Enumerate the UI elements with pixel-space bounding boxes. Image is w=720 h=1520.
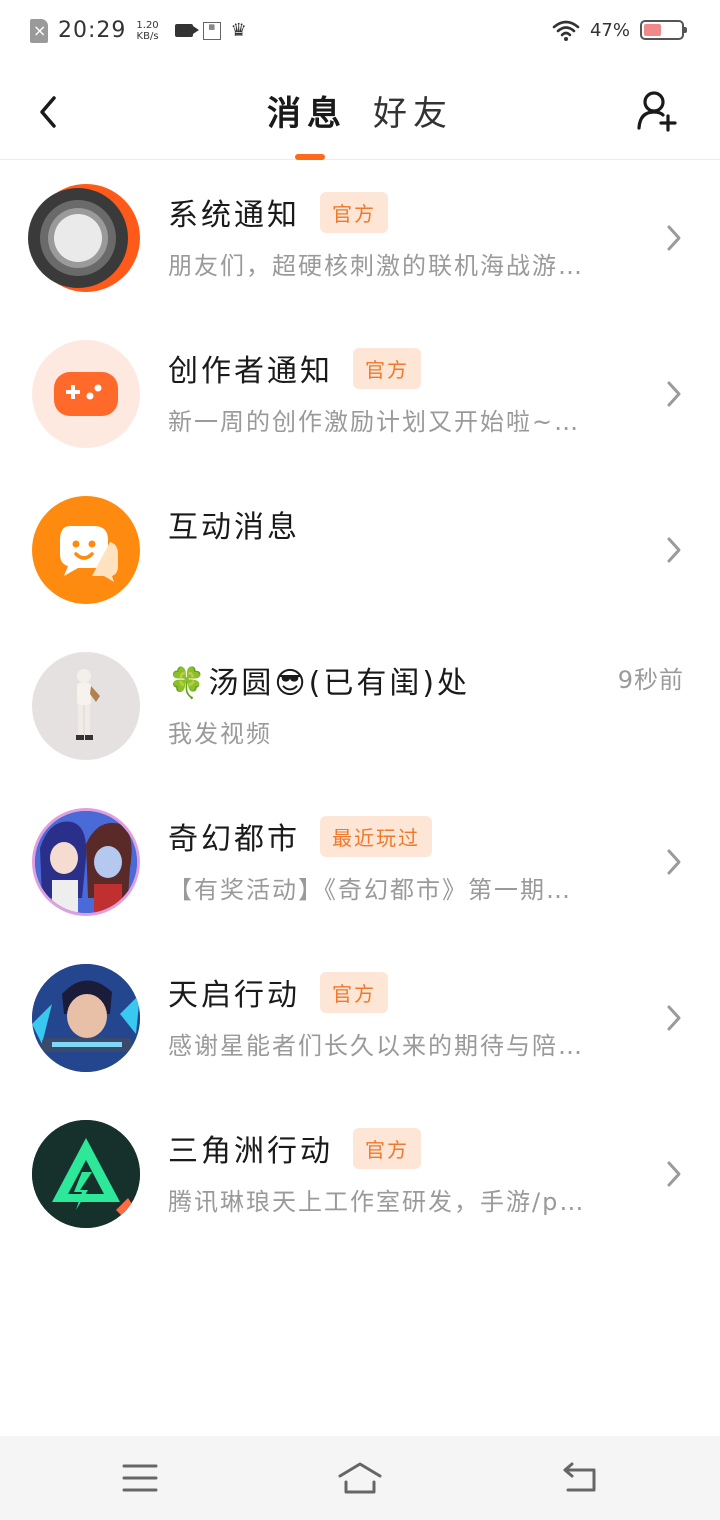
fantasy-city-avatar: [32, 808, 140, 916]
chevron-right-icon: [667, 1161, 681, 1187]
official-badge: 官方: [320, 971, 388, 1013]
network-speed-value: 1.20: [136, 19, 159, 31]
message-row-apocalypse-action[interactable]: 天启行动 官方 感谢星能者们长久以来的期待与陪…: [0, 940, 720, 1096]
message-preview: 【有奖活动】《奇幻都市》第一期…: [168, 876, 572, 904]
message-title: 创作者通知: [168, 354, 333, 389]
battery-icon: [640, 20, 687, 40]
message-preview: 我发视频: [168, 720, 272, 748]
network-speed-unit: KB/s: [136, 30, 159, 42]
message-list: 系统通知 官方 朋友们，超硬核刺激的联机海战游… 创作者通知 官方 新一周的创作…: [0, 160, 720, 1252]
battery-fill: [644, 24, 661, 36]
official-badge: 官方: [353, 1127, 421, 1169]
tab-friends[interactable]: 好友: [373, 86, 453, 135]
tab-messages[interactable]: 消息: [267, 86, 347, 135]
gamepad-avatar: [32, 340, 140, 448]
message-row-user[interactable]: 🍀汤圆😎(已有闺)处 9秒前 我发视频: [0, 628, 720, 784]
message-title: 系统通知: [168, 198, 300, 233]
official-badge: 官方: [353, 347, 421, 389]
message-preview: 感谢星能者们长久以来的期待与陪…: [168, 1032, 584, 1060]
character-figure-icon: [76, 669, 100, 740]
apocalypse-action-avatar: [32, 964, 140, 1072]
battery-percent: 47%: [589, 19, 630, 41]
chat-bubble-avatar: [32, 496, 140, 604]
video-camera-icon: [174, 24, 199, 37]
delta-force-avatar: [32, 1120, 140, 1228]
message-preview: 新一周的创作激励计划又开始啦~…: [168, 408, 581, 436]
network-speed: 1.20 KB/s: [136, 20, 158, 42]
message-row-creator-notification[interactable]: 创作者通知 官方 新一周的创作激励计划又开始啦~…: [0, 316, 720, 472]
status-bar: 20:29 1.20 KB/s ▦ ♛ 47%: [0, 0, 720, 64]
message-title: 奇幻都市: [168, 822, 300, 857]
chat-bubble-icon: [60, 526, 118, 582]
message-title: 三角洲行动: [168, 1134, 333, 1169]
chevron-right-icon: [667, 537, 681, 563]
back-icon[interactable]: [556, 1458, 604, 1498]
chevron-right-icon: [667, 1005, 681, 1031]
header: 消息 好友: [0, 64, 720, 160]
message-title: 🍀汤圆😎(已有闺)处: [168, 666, 471, 701]
gamepad-icon: [54, 372, 118, 416]
menu-icon[interactable]: [116, 1458, 164, 1498]
official-badge: 官方: [320, 191, 388, 233]
tab-bar: 消息 好友: [0, 86, 720, 135]
message-title: 互动消息: [168, 510, 300, 545]
message-row-interactions[interactable]: 互动消息: [0, 472, 720, 628]
message-time: 9秒前: [617, 666, 684, 694]
news-app-icon: ▦: [202, 21, 221, 40]
message-row-system-notification[interactable]: 系统通知 官方 朋友们，超硬核刺激的联机海战游…: [0, 160, 720, 316]
delta-logo-icon: [32, 1120, 140, 1228]
anime-characters-icon: [35, 811, 137, 913]
system-nav-bar: [0, 1436, 720, 1520]
home-icon[interactable]: [336, 1458, 384, 1498]
wifi-icon: [552, 20, 580, 41]
status-time: 20:29: [58, 18, 127, 43]
sim-disabled-icon: [30, 18, 48, 43]
chevron-right-icon: [667, 225, 681, 251]
message-row-fantasy-city[interactable]: 奇幻都市 最近玩过 【有奖活动】《奇幻都市》第一期…: [0, 784, 720, 940]
chevron-right-icon: [667, 381, 681, 407]
recently-played-badge: 最近玩过: [320, 815, 432, 857]
crown-icon: ♛: [230, 20, 247, 41]
add-friend-icon[interactable]: [636, 88, 680, 134]
message-row-delta-force[interactable]: 三角洲行动 官方 腾讯琳琅天上工作室研发，手游/p…: [0, 1096, 720, 1252]
message-title: 天启行动: [168, 978, 300, 1013]
user-avatar: [32, 652, 140, 760]
message-preview: 腾讯琳琅天上工作室研发，手游/p…: [168, 1188, 586, 1216]
message-preview: 朋友们，超硬核刺激的联机海战游…: [168, 252, 584, 280]
chevron-right-icon: [667, 849, 681, 875]
system-notification-avatar: [28, 184, 140, 292]
game-character-icon: [32, 964, 140, 1072]
